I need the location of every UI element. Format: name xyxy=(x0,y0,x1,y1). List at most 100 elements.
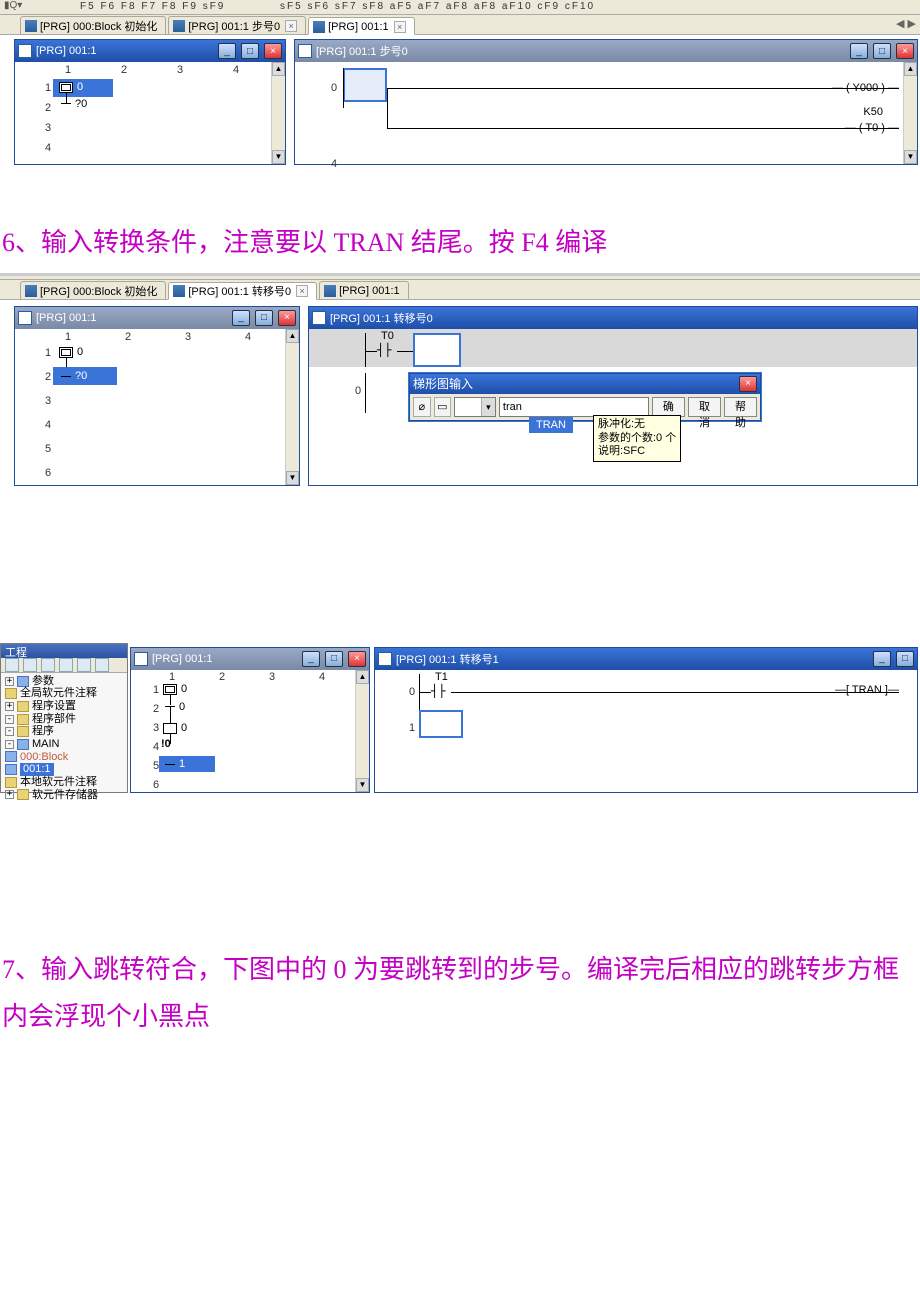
cancel-button[interactable]: 取消 xyxy=(688,397,721,417)
scroll-up[interactable]: ▲ xyxy=(904,62,917,76)
minimize-button[interactable]: _ xyxy=(302,651,320,667)
autocomplete-item[interactable]: TRAN xyxy=(530,418,572,432)
minimize-button[interactable]: _ xyxy=(232,310,250,326)
maximize-button[interactable]: □ xyxy=(241,43,259,59)
window-titlebar[interactable]: [PRG] 001:1 _ □ × xyxy=(15,307,299,329)
tab-prg-001-active[interactable]: [PRG] 001:1× xyxy=(308,17,415,35)
contact-glyph-button[interactable]: ▭ xyxy=(434,397,452,417)
tab-prg-001[interactable]: [PRG] 001:1 xyxy=(319,281,409,299)
v-scrollbar[interactable]: ▲▼ xyxy=(903,62,917,164)
col-header: 3 xyxy=(177,64,183,76)
window-icon xyxy=(18,44,32,58)
window-titlebar[interactable]: [PRG] 001:1 步号0 _ □ × xyxy=(295,40,917,62)
tab-label: [PRG] 001:1 步号0 xyxy=(188,18,280,34)
minimize-button[interactable]: _ xyxy=(218,43,236,59)
row-header: 1 xyxy=(45,347,51,359)
help-button[interactable]: 帮助 xyxy=(724,397,757,417)
scroll-down[interactable]: ▼ xyxy=(286,471,299,485)
new-icon[interactable] xyxy=(5,658,19,672)
scroll-up[interactable]: ▲ xyxy=(286,329,299,343)
tree-node-params[interactable]: +参数 xyxy=(5,675,125,688)
tab-close-button[interactable]: × xyxy=(394,21,406,33)
ladder-child-window: [PRG] 001:1 转移号1 _ □ T1 0 ┤├ —[ TRAN ]— … xyxy=(374,647,918,793)
window-title: [PRG] 001:1 转移号1 xyxy=(396,651,499,667)
collapse-icon[interactable]: - xyxy=(5,740,14,749)
element-type-combo[interactable]: ▾ xyxy=(454,397,496,417)
close-button[interactable]: × xyxy=(278,310,296,326)
tab-prg-001-trans0[interactable]: [PRG] 001:1 转移号0× xyxy=(168,282,317,300)
ladder-cursor[interactable] xyxy=(343,68,387,102)
expand-icon[interactable]: + xyxy=(5,790,14,799)
refresh-icon[interactable] xyxy=(77,658,91,672)
tab-close-button[interactable]: × xyxy=(285,20,297,32)
tree-node-001[interactable]: 001:1 xyxy=(5,763,125,776)
ladder-cursor[interactable] xyxy=(413,333,461,367)
tab-nav-arrows[interactable]: ◀ ▶ xyxy=(896,17,916,30)
scroll-down[interactable]: ▼ xyxy=(272,150,285,164)
scroll-up[interactable]: ▲ xyxy=(272,62,285,76)
tab-prg-000[interactable]: [PRG] 000:Block 初始化 xyxy=(20,281,166,299)
minimize-button[interactable]: _ xyxy=(850,43,868,59)
col-header: 2 xyxy=(125,331,131,343)
window-titlebar[interactable]: [PRG] 001:1 _ □ × xyxy=(131,648,369,670)
tab-label: [PRG] 000:Block 初始化 xyxy=(40,283,157,299)
tab-label: [PRG] 000:Block 初始化 xyxy=(40,18,157,34)
sfc-step[interactable] xyxy=(163,723,177,734)
save-icon[interactable] xyxy=(41,658,55,672)
project-pane-title: 工程 xyxy=(1,644,127,658)
folder-icon xyxy=(5,688,17,699)
tree-node-progpart[interactable]: -程序部件 xyxy=(5,713,125,726)
v-scrollbar[interactable]: ▲▼ xyxy=(271,62,285,164)
coil-glyph-button[interactable]: ⌀ xyxy=(413,397,431,417)
ladder-cursor[interactable] xyxy=(419,710,463,738)
maximize-button[interactable]: □ xyxy=(325,651,343,667)
tab-prg-000[interactable]: [PRG] 000:Block 初始化 xyxy=(20,16,166,34)
sfc-initial-step[interactable] xyxy=(59,82,73,93)
instruction-input[interactable] xyxy=(499,397,649,417)
dialog-titlebar[interactable]: 梯形图输入 × xyxy=(410,374,760,394)
collapse-icon[interactable]: - xyxy=(5,727,14,736)
v-scrollbar[interactable]: ▲▼ xyxy=(285,329,299,485)
sfc-initial-step[interactable] xyxy=(59,347,73,358)
open-icon[interactable] xyxy=(23,658,37,672)
autocomplete-list[interactable]: TRAN xyxy=(529,417,573,433)
transition-label: 1 xyxy=(179,758,185,770)
maximize-button[interactable]: □ xyxy=(873,43,891,59)
window-title: [PRG] 001:1 xyxy=(36,312,97,324)
dialog-close-button[interactable]: × xyxy=(739,376,757,392)
row-header: 2 xyxy=(45,102,51,114)
close-button[interactable]: × xyxy=(896,43,914,59)
tab-prg-001-step0[interactable]: [PRG] 001:1 步号0 × xyxy=(168,16,306,34)
window-titlebar[interactable]: [PRG] 001:1 转移号1 _ □ xyxy=(375,648,917,670)
maximize-button[interactable]: □ xyxy=(255,310,273,326)
props-icon[interactable] xyxy=(59,658,73,672)
tree-node-global[interactable]: 全局软元件注释 xyxy=(5,687,125,700)
expand-icon[interactable]: + xyxy=(5,677,14,686)
tree-node-local[interactable]: 本地软元件注释 xyxy=(5,776,125,789)
ladder-input-dialog[interactable]: 梯形图输入 × ⌀ ▭ ▾ 确定 取消 帮助 xyxy=(409,373,761,421)
maximize-button[interactable]: □ xyxy=(896,651,914,667)
ladder-wire xyxy=(397,351,413,352)
tree-node-main[interactable]: -MAIN xyxy=(5,738,125,751)
tree-node-prog[interactable]: -程序 xyxy=(5,725,125,738)
v-scrollbar[interactable]: ▲▼ xyxy=(355,670,369,792)
close-button[interactable]: × xyxy=(264,43,282,59)
tree-node-progset[interactable]: +程序设置 xyxy=(5,700,125,713)
sfc-initial-step[interactable] xyxy=(163,684,177,695)
more-icon[interactable] xyxy=(95,658,109,672)
tab-close-button[interactable]: × xyxy=(296,285,308,297)
close-button[interactable]: × xyxy=(348,651,366,667)
scroll-up[interactable]: ▲ xyxy=(356,670,369,684)
ok-button[interactable]: 确定 xyxy=(652,397,685,417)
scroll-down[interactable]: ▼ xyxy=(356,778,369,792)
project-tree[interactable]: +参数 全局软元件注释 +程序设置 -程序部件 -程序 -MAIN 000:Bl… xyxy=(1,673,127,803)
step-number: 0 xyxy=(77,346,83,358)
tree-node-devmem[interactable]: +软元件存储器 xyxy=(5,789,125,802)
window-titlebar[interactable]: [PRG] 001:1 转移号0 xyxy=(309,307,917,329)
collapse-icon[interactable]: - xyxy=(5,715,14,724)
expand-icon[interactable]: + xyxy=(5,702,14,711)
minimize-button[interactable]: _ xyxy=(873,651,891,667)
scroll-down[interactable]: ▼ xyxy=(904,150,917,164)
tree-node-block000[interactable]: 000:Block xyxy=(5,751,125,764)
window-titlebar[interactable]: [PRG] 001:1 _ □ × xyxy=(15,40,285,62)
